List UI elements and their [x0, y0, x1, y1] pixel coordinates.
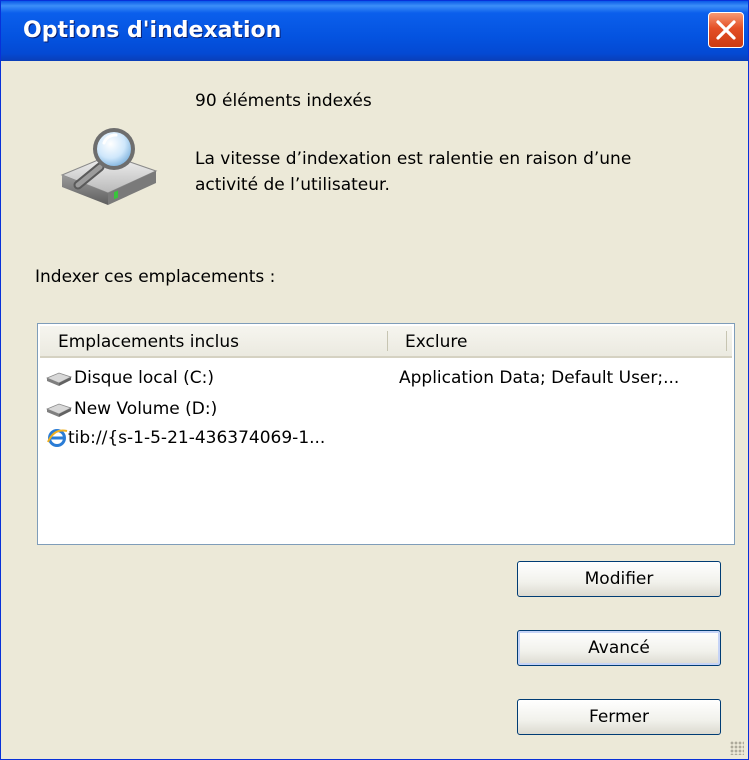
indexed-count: 90 éléments indexés: [195, 91, 372, 111]
column-header-included[interactable]: Emplacements inclus: [58, 332, 239, 352]
close-window-button[interactable]: [708, 12, 744, 48]
list-item[interactable]: New Volume (D:): [46, 399, 726, 421]
modify-button[interactable]: Modifier: [517, 561, 721, 597]
location-name: tib://{s-1-5-21-436374069-1...: [68, 428, 326, 448]
location-name: Disque local (C:): [74, 368, 214, 388]
drive-icon: [46, 372, 72, 386]
column-divider[interactable]: [726, 331, 727, 351]
status-message: La vitesse d’indexation est ralentie en …: [195, 149, 632, 169]
list-header: Emplacements inclus Exclure: [40, 326, 732, 358]
close-icon: [716, 20, 736, 40]
column-header-exclude[interactable]: Exclure: [405, 332, 467, 352]
dialog-body: 90 éléments indexés La vitesse d’indexat…: [4, 61, 747, 758]
advanced-button[interactable]: Avancé: [517, 630, 721, 666]
drive-icon: [46, 403, 72, 417]
resize-grip[interactable]: [730, 741, 744, 755]
list-item[interactable]: tib://{s-1-5-21-436374069-1...: [46, 428, 726, 450]
title-bar[interactable]: Options d'indexation: [1, 1, 748, 61]
locations-label: Indexer ces emplacements :: [35, 267, 276, 287]
close-button[interactable]: Fermer: [517, 699, 721, 735]
location-exclude: Application Data; Default User;...: [399, 368, 680, 388]
locations-list[interactable]: Emplacements inclus Exclure Disque local…: [37, 323, 735, 545]
location-name: New Volume (D:): [74, 399, 218, 419]
status-message-line2: activité de l’utilisateur.: [195, 175, 390, 195]
indexing-options-window: Options d'indexation 90 éléments indexés: [0, 0, 749, 760]
window-title: Options d'indexation: [23, 18, 282, 43]
ie-icon: [47, 429, 68, 447]
list-item[interactable]: Disque local (C:) Application Data; Defa…: [46, 368, 726, 390]
column-divider[interactable]: [387, 331, 388, 351]
indexing-drive-search-icon: [60, 128, 158, 205]
